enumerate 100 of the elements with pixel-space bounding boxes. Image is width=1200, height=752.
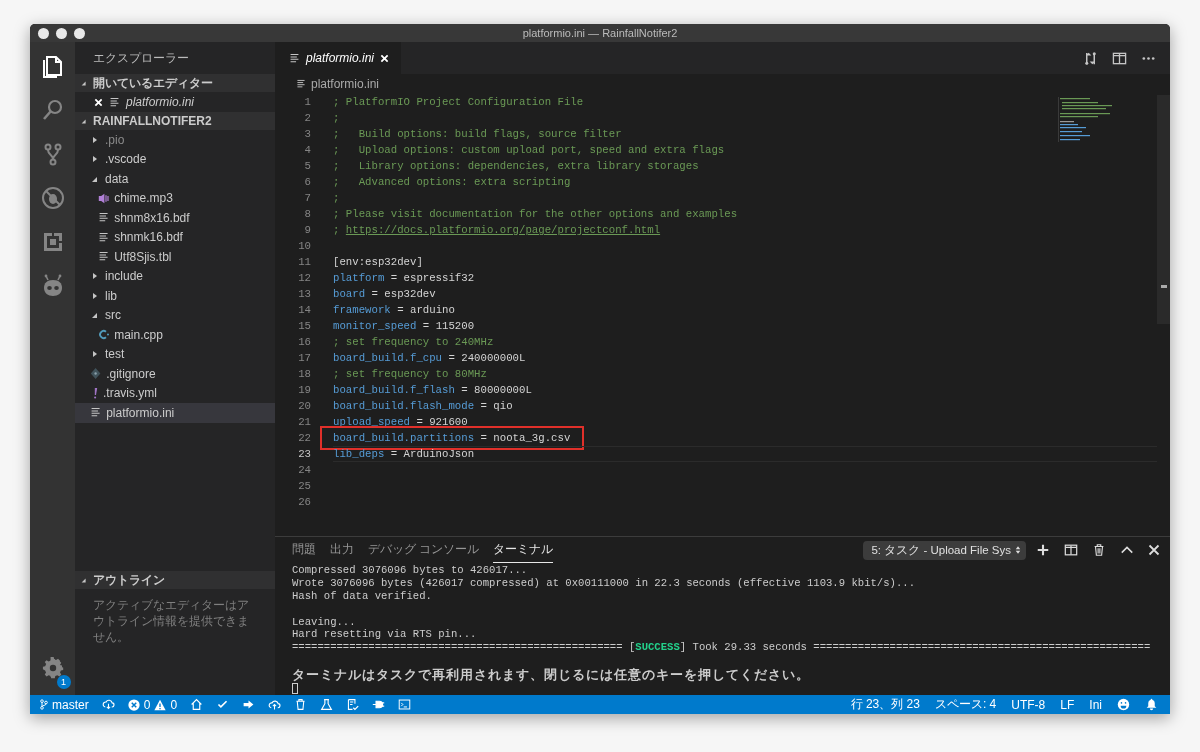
section-header[interactable]: RAINFALLNOTIFER2: [75, 112, 275, 130]
line-number: 17: [297, 351, 311, 366]
line-number: 20: [297, 399, 311, 414]
code-line: ; PlatformIO Project Configuration File: [333, 95, 584, 110]
code-line: [env:esp32dev]: [333, 255, 423, 270]
line-number: 2: [303, 111, 311, 126]
panel-tab[interactable]: デバッグ コンソール: [368, 537, 480, 564]
branch-name: master: [52, 697, 89, 712]
link[interactable]: https://docs.platformio.org/page/projectconf.html: [345, 224, 661, 236]
line-number: 13: [297, 287, 311, 302]
cloud-sync-icon[interactable]: [101, 698, 115, 711]
status-item[interactable]: LF: [1060, 697, 1075, 712]
compare-icon[interactable]: [1083, 50, 1098, 66]
minimize-window-button[interactable]: [56, 27, 67, 39]
trash-icon[interactable]: [1092, 543, 1106, 558]
code-line: ; Build options: build flags, source filter: [333, 127, 622, 142]
tree-item[interactable]: .travis.yml: [75, 383, 275, 403]
editor-tab[interactable]: platformio.ini: [275, 42, 402, 74]
line-number: 22: [297, 431, 311, 446]
outline-message: アクティブなエディターはアウトライン情報を提供できません。: [93, 598, 250, 645]
line-number: 12: [297, 271, 311, 286]
home-icon[interactable]: [190, 698, 204, 711]
line-number: 11: [297, 255, 311, 270]
close-window-button[interactable]: [38, 27, 49, 39]
panel-tab[interactable]: 問題: [292, 537, 316, 564]
checklist-icon[interactable]: [346, 698, 360, 711]
line-number: 25: [297, 479, 311, 494]
no-bug-icon[interactable]: [40, 186, 65, 210]
tree-item[interactable]: chime.mp3: [75, 188, 275, 208]
plug-icon[interactable]: [372, 698, 386, 711]
tree-item[interactable]: include: [75, 266, 275, 286]
terminal-line: Hash of data verified.: [292, 589, 432, 602]
tree-item[interactable]: platformio.ini: [75, 403, 275, 423]
code-line: board_build.f_flash = 80000000L: [333, 383, 532, 398]
status-item[interactable]: 行 23、列 23: [850, 696, 920, 713]
terminal-icon[interactable]: [398, 698, 412, 711]
tree-item[interactable]: .gitignore: [75, 364, 275, 384]
window-title: platformio.ini — RainfallNotifer2: [522, 27, 678, 39]
code-line: ; set frequency to 240MHz: [333, 335, 494, 350]
tree-item[interactable]: lib: [75, 286, 275, 306]
split-editor-icon[interactable]: [1112, 50, 1127, 66]
status-item[interactable]: スペース: 4: [934, 696, 997, 713]
search-icon[interactable]: [40, 98, 65, 122]
line-number: 1: [303, 95, 311, 110]
status-item[interactable]: UTF-8: [1011, 697, 1046, 712]
branch-status[interactable]: master: [40, 697, 89, 712]
line-number: 7: [303, 191, 311, 206]
tree-item[interactable]: .pio: [75, 130, 275, 150]
panel-tab[interactable]: 出力: [330, 537, 354, 564]
settings-icon[interactable]: [41, 657, 64, 679]
zoom-window-button[interactable]: [74, 27, 85, 39]
code-line: upload_speed = 921600: [333, 415, 468, 430]
plus-icon[interactable]: [1036, 543, 1050, 558]
terminal-line: Wrote 3076096 bytes (426017 compressed) at 0x00111000 in 22.3 seconds (effective 1103.9 kbit/s)...: [292, 576, 915, 589]
smiley-icon[interactable]: [1117, 698, 1130, 711]
tree-item[interactable]: shnm8x16.bdf: [75, 208, 275, 228]
caret-down-icon: [80, 117, 88, 125]
code-line: ;: [333, 191, 340, 206]
notification-badge: 1: [56, 675, 71, 689]
section-header[interactable]: 開いているエディター: [75, 74, 275, 92]
tree-item[interactable]: .vscode: [75, 149, 275, 169]
code-line: platform = espressif32: [333, 271, 475, 286]
cloud-upload-icon[interactable]: [268, 698, 282, 711]
line-number: 26: [297, 495, 311, 510]
line-number: 18: [297, 367, 311, 382]
flask-icon[interactable]: [320, 698, 334, 711]
caret-down-icon: [80, 79, 88, 87]
line-number: 21: [297, 415, 311, 430]
files-icon[interactable]: [40, 54, 65, 78]
bell-icon[interactable]: [1145, 698, 1158, 711]
branch-icon: [40, 699, 48, 710]
close-icon[interactable]: [1148, 544, 1160, 557]
breadcrumb[interactable]: platformio.ini: [311, 76, 380, 91]
task-dropdown[interactable]: 5: タスク - Upload File Sys: [863, 541, 1026, 560]
tree-item[interactable]: test: [75, 344, 275, 364]
caret-down-icon: [80, 576, 88, 584]
split-icon[interactable]: [1064, 543, 1078, 558]
open-editor-item[interactable]: platformio.ini: [75, 92, 275, 112]
arrow-right-icon[interactable]: [242, 698, 256, 711]
sidebar-title: エクスプローラー: [92, 50, 190, 67]
tree-item[interactable]: src: [75, 305, 275, 325]
tree-item[interactable]: main.cpp: [75, 325, 275, 345]
terminal-message: ターミナルはタスクで再利用されます、閉じるには任意のキーを押してください。: [292, 667, 810, 683]
section-header[interactable]: アウトライン: [75, 571, 275, 589]
scrollbar[interactable]: [1157, 95, 1170, 324]
check-icon[interactable]: [216, 698, 230, 711]
line-number: 6: [303, 175, 311, 190]
problems-status[interactable]: 0 0: [127, 697, 178, 712]
line-number: 16: [297, 335, 311, 350]
c-letter-icon: [98, 328, 110, 342]
text-cursor: [292, 682, 298, 694]
line-number: 8: [303, 207, 311, 222]
tree-item[interactable]: Utf8Sjis.tbl: [75, 247, 275, 267]
tree-item[interactable]: shnmk16.bdf: [75, 227, 275, 247]
line-number: 14: [297, 303, 311, 318]
tree-item[interactable]: data: [75, 169, 275, 189]
panel-tab[interactable]: ターミナル: [493, 537, 554, 564]
terminal-line: Leaving...: [292, 615, 356, 628]
status-item[interactable]: Ini: [1089, 697, 1102, 712]
warning-count: 0: [170, 697, 178, 712]
